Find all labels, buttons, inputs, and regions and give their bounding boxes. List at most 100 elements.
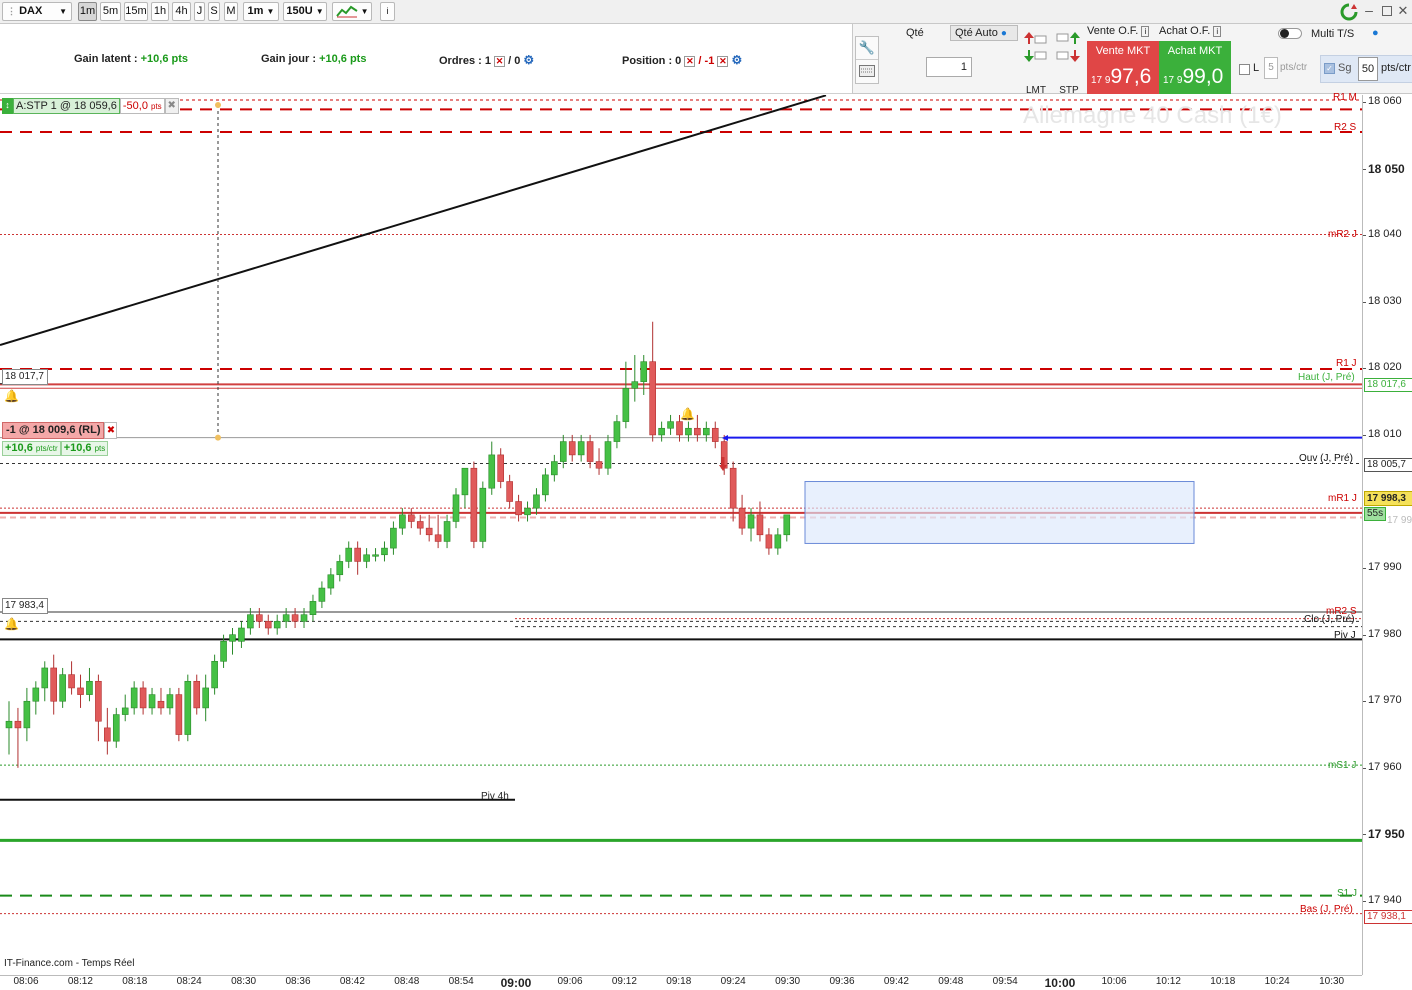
quantity-value: 1 <box>960 61 967 73</box>
stop-order-anchor <box>215 102 221 108</box>
vente-mkt-button[interactable]: Vente MKT 17 997,6 <box>1087 41 1159 94</box>
timeframe-button-5m[interactable]: 5m <box>100 2 121 21</box>
price-tick-mark <box>1363 434 1366 436</box>
candle-body <box>157 700 165 709</box>
l-checkbox[interactable] <box>1239 64 1250 75</box>
candle-body <box>14 720 22 729</box>
candle-body <box>425 527 433 536</box>
gear-icon[interactable]: ⚙ <box>731 53 742 67</box>
candle-body <box>175 694 183 735</box>
selection-rectangle <box>804 481 1195 544</box>
time-tick-label: 09:36 <box>829 976 855 987</box>
close-icon[interactable]: ✖ <box>104 422 118 439</box>
candle-body <box>461 467 469 496</box>
bars-count-selector[interactable]: 150U ▼ <box>283 2 327 21</box>
info-icon: i <box>1141 26 1150 37</box>
time-tick-label: 10:30 <box>1319 976 1345 987</box>
position-tag[interactable]: -1 @ 18 009,6 (RL) ✖ <box>2 422 118 439</box>
sg-checkbox[interactable]: ✓ <box>1324 63 1335 74</box>
candle-body <box>783 514 791 536</box>
timeframe-button-1h[interactable]: 1h <box>151 2 169 21</box>
price-tick-mark <box>1363 235 1366 237</box>
timeframe-button-15m[interactable]: 15m <box>124 2 148 21</box>
sg-input[interactable]: 50 <box>1358 57 1378 81</box>
achat-price: 99,0 <box>1182 65 1224 88</box>
candle-body <box>551 461 558 476</box>
last-price-tag: 17 998,3 <box>1364 491 1412 506</box>
candle-body <box>193 680 201 709</box>
refresh-icon[interactable] <box>1340 3 1358 21</box>
cancel-orders-icon[interactable]: ✕ <box>494 55 506 67</box>
candle-body <box>390 527 397 549</box>
stp-button[interactable]: STP <box>1056 30 1082 96</box>
minimize-icon[interactable]: – <box>1362 3 1376 18</box>
order-panel: 🔧 Qté Qté Auto ● 1 LMT STP Vente O.F. i <box>852 24 1412 96</box>
period-selector[interactable]: 1m ▼ <box>243 2 279 21</box>
l-unit: pts/ctr <box>1280 62 1308 73</box>
vente-mkt-label: Vente MKT <box>1095 45 1151 57</box>
price-axis[interactable]: 18 060 18 050 18 040 18 030 18 020 18 010 17 9… <box>1362 95 1412 975</box>
alert-price-high: 18 017,7 <box>5 371 44 382</box>
data-source-footer: IT-Finance.com - Temps Réel <box>4 958 135 969</box>
quantity-input[interactable]: 1 <box>926 57 972 77</box>
close-position-icon-b[interactable]: ✕ <box>717 55 729 67</box>
bell-icon[interactable]: 🔔 <box>4 389 19 403</box>
candle-body <box>631 381 639 389</box>
drag-handle-icon[interactable]: ↕ <box>2 98 13 114</box>
alert-label-high[interactable]: 18 017,7 <box>2 369 48 385</box>
keyboard-icon[interactable] <box>856 60 878 83</box>
indicators-button[interactable]: ▼ <box>332 2 372 21</box>
candle-body <box>381 547 388 556</box>
achat-mkt-button[interactable]: Achat MKT 17 999,0 <box>1159 41 1231 94</box>
price-tag-bas-value: 17 938,1 <box>1367 911 1406 922</box>
chart-plot-area[interactable]: Allemagne 40 Cash (1€) IT-Finance.com - … <box>0 92 1362 975</box>
timeframe-button-1m[interactable]: 1m <box>78 2 97 21</box>
time-tick-label: 09:12 <box>611 976 637 987</box>
position-gain-per-contract: +10,6 pts/ctr <box>2 441 61 456</box>
stop-order-label: A:STP 1 @ 18 059,6 <box>13 98 120 114</box>
stop-order-tag[interactable]: ↕ A:STP 1 @ 18 059,6 -50,0 pts ✖ <box>2 98 179 114</box>
candle-body <box>559 441 567 462</box>
vente-of-button[interactable]: Vente O.F. i <box>1087 25 1157 39</box>
timeframe-button-4h[interactable]: 4h <box>172 2 191 21</box>
sg-unit: pts/ctr <box>1381 62 1411 74</box>
vente-of-label: Vente O.F. <box>1087 25 1139 37</box>
level-label-mr1j: mR1 J <box>1328 493 1357 504</box>
achat-of-button[interactable]: Achat O.F. i <box>1159 25 1229 39</box>
gear-icon[interactable]: ⚙ <box>523 53 534 67</box>
lmt-button[interactable]: LMT <box>1023 30 1049 96</box>
time-tick-label: 08:12 <box>67 976 93 987</box>
time-tick-label: 09:54 <box>992 976 1018 987</box>
price-tick-label: 18 060 <box>1368 95 1402 107</box>
alert-label-low[interactable]: 17 983,4 <box>2 598 48 614</box>
timeframe-button-j[interactable]: J <box>194 2 205 21</box>
wrench-icon[interactable]: 🔧 <box>856 37 878 60</box>
candle-body <box>765 534 773 549</box>
level-label-r2s: R2 S <box>1334 122 1357 133</box>
candle-body <box>184 680 192 735</box>
timeframe-button-s[interactable]: S <box>208 2 220 21</box>
maximize-icon[interactable] <box>1380 4 1394 18</box>
alert-price-low: 17 983,4 <box>5 600 44 611</box>
candle-body <box>685 427 692 436</box>
symbol-selector[interactable]: ⋮ DAX ▼ <box>2 2 72 21</box>
l-input[interactable]: 5 <box>1264 57 1278 79</box>
position-value: 0 <box>675 55 682 67</box>
close-icon[interactable]: ✖ <box>164 98 179 114</box>
candle-body <box>68 674 75 689</box>
info-button[interactable]: i <box>380 2 395 21</box>
position-anchor <box>215 434 221 441</box>
bell-icon[interactable]: 🔔 <box>4 617 19 631</box>
close-icon[interactable]: ✕ <box>1396 3 1410 18</box>
timeframe-button-m[interactable]: M <box>224 2 238 21</box>
price-tag-bas: 17 938,1 <box>1364 910 1412 924</box>
candle-body <box>533 494 540 509</box>
time-axis[interactable]: 08:06 08:12 08:18 08:24 08:30 08:36 08:42 08:48… <box>0 975 1362 990</box>
level-label-pivj: Piv J <box>1334 630 1356 641</box>
multi-ts-toggle[interactable] <box>1278 28 1302 39</box>
close-position-icon[interactable]: ✕ <box>684 55 696 67</box>
qte-auto-button[interactable]: Qté Auto ● <box>950 25 1018 41</box>
candle-body <box>488 454 496 489</box>
candle-body <box>506 481 513 502</box>
candlestick-chart[interactable] <box>0 94 1362 975</box>
